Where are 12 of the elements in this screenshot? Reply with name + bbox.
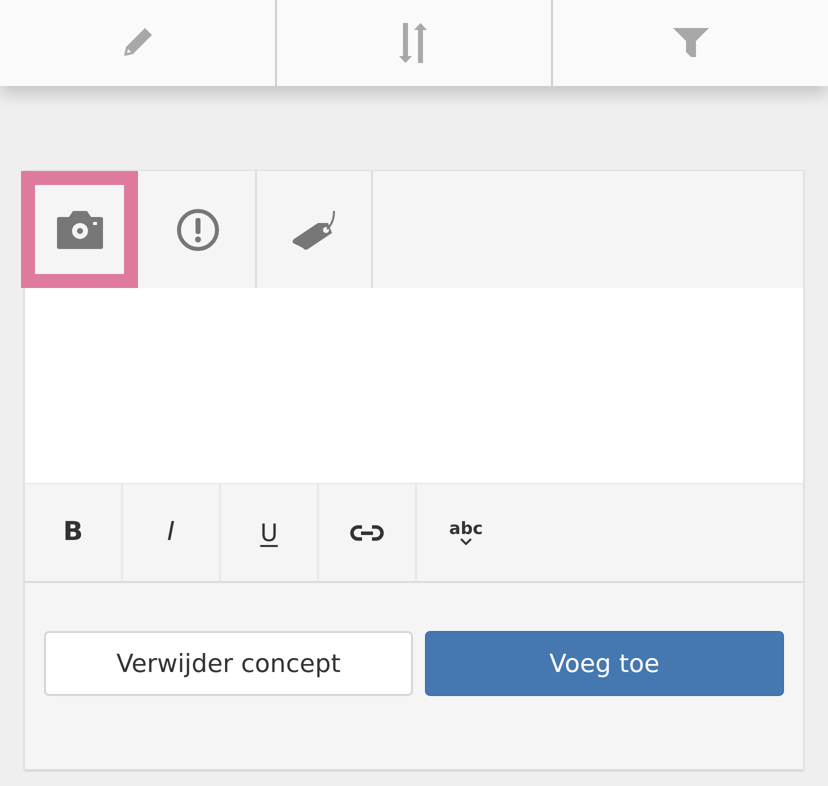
exclamation-circle-icon — [176, 208, 220, 252]
bold-button[interactable]: B — [25, 484, 123, 581]
editor-field[interactable] — [25, 288, 803, 484]
italic-button[interactable]: I — [123, 484, 221, 581]
link-icon — [350, 522, 384, 542]
spellcheck-button[interactable]: abc — [417, 484, 515, 581]
attachment-tab[interactable] — [21, 171, 138, 288]
add-button[interactable]: Voeg toe — [425, 631, 784, 696]
underline-button[interactable]: U — [221, 484, 319, 581]
delete-draft-button[interactable]: Verwijder concept — [44, 631, 413, 696]
check-icon — [460, 538, 472, 544]
camera-icon — [54, 208, 104, 250]
